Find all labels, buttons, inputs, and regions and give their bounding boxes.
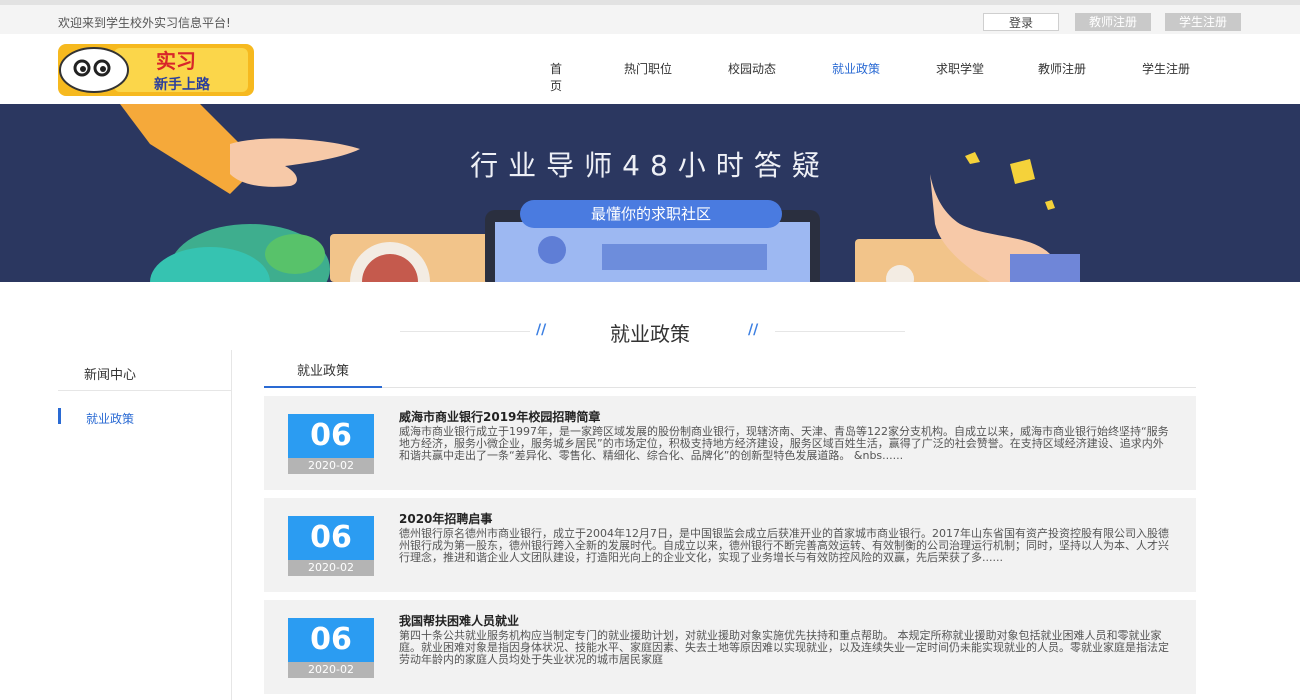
- section-title: 就业政策: [610, 322, 690, 346]
- nav-home[interactable]: 首页: [550, 60, 562, 94]
- nav-teacher-register[interactable]: 教师注册: [1038, 60, 1118, 77]
- nav-job-school[interactable]: 求职学堂: [936, 60, 1016, 77]
- header: 实习 新手上路 首页 热门职位 校园动态 就业政策 求职学堂 教师注册 学生注册: [0, 34, 1300, 104]
- article-card[interactable]: 06 2020-02 2020年招聘启事 德州银行原名德州市商业银行，成立于20…: [264, 498, 1196, 592]
- date-day: 06: [288, 516, 374, 560]
- login-button[interactable]: 登录: [983, 13, 1059, 31]
- teacher-register-button[interactable]: 教师注册: [1075, 13, 1151, 31]
- article-summary: 威海市商业银行成立于1997年，是一家跨区域发展的股份制商业银行，现辖济南、天津…: [399, 425, 1169, 462]
- site-logo[interactable]: 实习 新手上路: [58, 44, 254, 96]
- content-tabs: 就业政策: [264, 360, 1196, 388]
- logo-text-bottom: 新手上路: [154, 76, 211, 93]
- slash-decoration-right: //: [748, 322, 759, 338]
- banner-illustration: [120, 104, 1080, 282]
- nav-hot-jobs[interactable]: 热门职位: [624, 60, 704, 77]
- nav-campus-news[interactable]: 校园动态: [728, 60, 808, 77]
- sidebar-item-employment-policy[interactable]: 就业政策: [86, 410, 134, 427]
- news-sidebar: 新闻中心 就业政策: [58, 350, 232, 700]
- article-summary: 德州银行原名德州市商业银行，成立于2004年12月7日，是中国银监会成立后获准开…: [399, 527, 1169, 564]
- date-badge: 06 2020-02: [288, 618, 374, 678]
- logo-graphic: 实习 新手上路: [58, 44, 254, 96]
- sidebar-divider: [58, 390, 232, 391]
- top-bar: 欢迎来到学生校外实习信息平台! 登录 教师注册 学生注册: [0, 0, 1300, 34]
- date-badge: 06 2020-02: [288, 516, 374, 576]
- date-day: 06: [288, 414, 374, 458]
- section-divider-right: [775, 331, 905, 332]
- article-card[interactable]: 06 2020-02 我国帮扶困难人员就业 第四十条公共就业服务机构应当制定专门…: [264, 600, 1196, 694]
- student-register-button[interactable]: 学生注册: [1165, 13, 1241, 31]
- date-badge: 06 2020-02: [288, 414, 374, 474]
- welcome-text: 欢迎来到学生校外实习信息平台!: [58, 16, 231, 30]
- banner-slogan: 最懂你的求职社区: [520, 200, 782, 228]
- date-month: 2020-02: [288, 458, 374, 474]
- article-card[interactable]: 06 2020-02 威海市商业银行2019年校园招聘简章 威海市商业银行成立于…: [264, 396, 1196, 490]
- banner-title: 行业导师48小时答疑: [470, 149, 830, 182]
- hero-banner: 行业导师48小时答疑 最懂你的求职社区: [0, 104, 1300, 282]
- nav-student-register[interactable]: 学生注册: [1142, 60, 1222, 77]
- date-month: 2020-02: [288, 662, 374, 678]
- tab-employment-policy[interactable]: 就业政策: [264, 360, 382, 388]
- article-title[interactable]: 威海市商业银行2019年校园招聘简章: [399, 408, 600, 425]
- logo-text-top: 实习: [156, 49, 196, 73]
- sidebar-active-marker: [58, 408, 61, 424]
- article-title[interactable]: 我国帮扶困难人员就业: [399, 612, 519, 629]
- article-title[interactable]: 2020年招聘启事: [399, 510, 492, 527]
- date-month: 2020-02: [288, 560, 374, 576]
- date-day: 06: [288, 618, 374, 662]
- sidebar-header: 新闻中心: [84, 368, 137, 383]
- nav-employment-policy[interactable]: 就业政策: [832, 60, 912, 77]
- article-summary: 第四十条公共就业服务机构应当制定专门的就业援助计划，对就业援助对象实施优先扶持和…: [399, 629, 1169, 666]
